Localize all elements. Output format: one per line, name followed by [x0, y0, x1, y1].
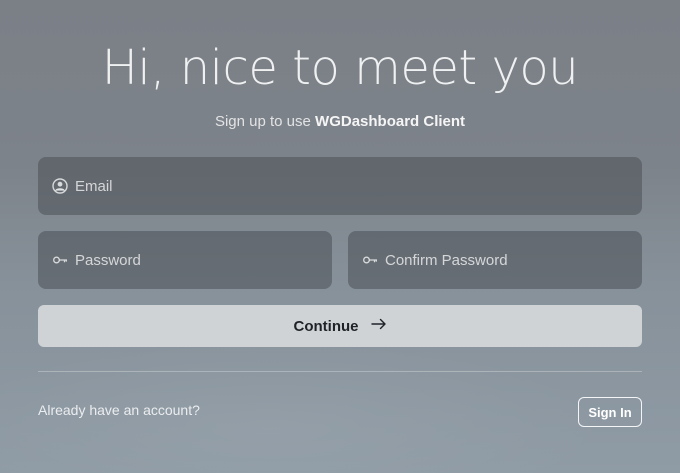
continue-button[interactable]: Continue: [38, 305, 642, 347]
sign-in-button[interactable]: Sign In: [578, 397, 642, 427]
person-circle-icon: [52, 178, 68, 194]
sign-in-label: Sign In: [588, 404, 632, 420]
divider: [38, 371, 642, 372]
page-subtitle: Sign up to use WGDashboard Client: [0, 113, 680, 130]
continue-label: Continue: [293, 317, 359, 335]
email-field[interactable]: Email: [38, 157, 642, 215]
password-field[interactable]: Password: [38, 231, 332, 289]
arrow-right-icon: [370, 317, 387, 335]
already-have-account-text: Already have an account?: [38, 402, 200, 418]
password-placeholder: Password: [75, 251, 141, 269]
confirm-password-placeholder: Confirm Password: [385, 251, 508, 269]
email-placeholder: Email: [75, 177, 113, 195]
key-icon: [362, 252, 378, 268]
app-name: WGDashboard Client: [315, 113, 466, 130]
subtitle-prefix: Sign up to use: [214, 113, 311, 130]
page-title: Hi, nice to meet you: [101, 40, 579, 96]
key-icon: [52, 252, 68, 268]
confirm-password-field[interactable]: Confirm Password: [348, 231, 642, 289]
